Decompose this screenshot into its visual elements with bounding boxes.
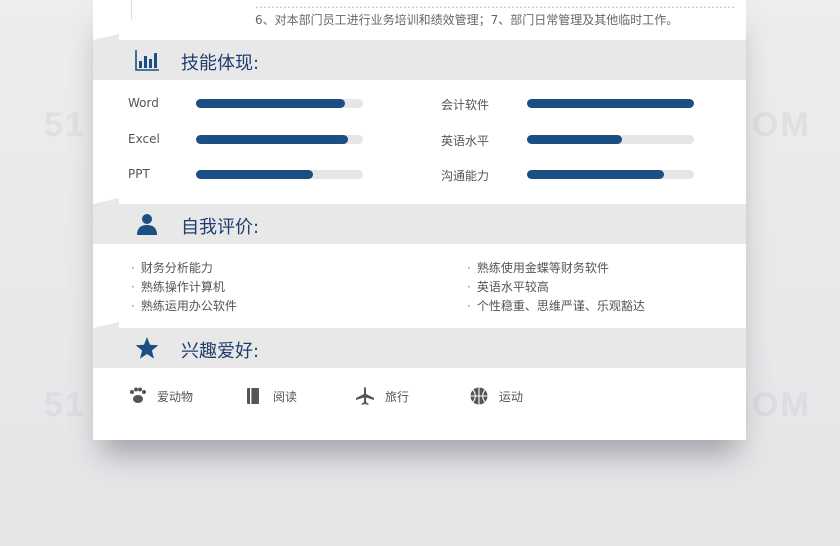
skill-level-bar bbox=[527, 170, 694, 179]
skill-label: 英语水平 bbox=[441, 134, 490, 148]
user-icon bbox=[137, 214, 157, 235]
skills-title: 技能体现: bbox=[181, 53, 260, 74]
eval-item: · 熟练运用办公软件 bbox=[131, 299, 237, 313]
timeline-divider bbox=[131, 0, 132, 20]
watermark-right-lower: OM bbox=[752, 386, 811, 424]
skill-label: 沟通能力 bbox=[441, 169, 490, 183]
skill-level-bar bbox=[527, 135, 694, 144]
skill-level-fill bbox=[196, 99, 345, 108]
self-eval-title: 自我评价: bbox=[181, 217, 260, 238]
hobbies-title: 兴趣爱好: bbox=[181, 341, 260, 362]
eval-item: · 熟练操作计算机 bbox=[131, 280, 225, 294]
hobby-item: 运动 bbox=[469, 386, 523, 406]
eval-item: · 英语水平较高 bbox=[467, 280, 549, 294]
skill-label: PPT bbox=[128, 167, 150, 181]
hobby-item: 阅读 bbox=[243, 386, 297, 406]
hobby-label: 运动 bbox=[499, 389, 524, 404]
watermark-left: 51 bbox=[44, 106, 86, 144]
hobby-item: 旅行 bbox=[355, 386, 409, 406]
header-notch bbox=[93, 198, 119, 204]
skill-level-fill bbox=[527, 170, 664, 179]
eval-item: · 个性稳重、思维严谨、乐观豁达 bbox=[467, 299, 645, 313]
hobby-label: 爱动物 bbox=[157, 389, 194, 404]
skill-label: 会计软件 bbox=[441, 98, 490, 112]
skill-level-fill bbox=[527, 99, 694, 108]
watermark-right: OM bbox=[752, 106, 811, 144]
skill-level-bar bbox=[196, 170, 363, 179]
hobby-item: 爱动物 bbox=[127, 386, 193, 406]
bar-chart-icon bbox=[135, 50, 159, 71]
skill-level-bar bbox=[196, 135, 363, 144]
skill-level-fill bbox=[527, 135, 623, 144]
skills-section-header: 技能体现: bbox=[93, 34, 746, 80]
duties-line: 6、对本部门员工进行业务培训和绩效管理；7、部门日常管理及其他临时工作。 bbox=[255, 13, 679, 27]
hobby-label: 阅读 bbox=[273, 389, 298, 404]
resume-sheet: …………………………………………………………………………………………………………… bbox=[93, 0, 746, 440]
hobbies-section-header: 兴趣爱好: bbox=[93, 322, 746, 368]
work-duties-text: …………………………………………………………………………………………………………… bbox=[255, 0, 735, 28]
header-notch bbox=[93, 322, 119, 328]
airplane-icon bbox=[356, 387, 374, 405]
skill-level-fill bbox=[196, 170, 313, 179]
skill-label: Excel bbox=[128, 132, 160, 146]
book-icon bbox=[247, 388, 259, 404]
watermark-left-lower: 51 bbox=[44, 386, 86, 424]
hobby-label: 旅行 bbox=[385, 389, 410, 404]
basketball-icon bbox=[470, 387, 488, 405]
duties-line-cut: ………………………………………………………………………………………………………… bbox=[255, 0, 735, 11]
skill-level-fill bbox=[196, 135, 348, 144]
header-notch bbox=[93, 34, 119, 40]
paw-icon bbox=[130, 387, 146, 403]
skill-level-bar bbox=[196, 99, 363, 108]
skill-level-bar bbox=[527, 99, 694, 108]
star-icon bbox=[135, 337, 159, 359]
eval-item: · 财务分析能力 bbox=[131, 261, 213, 275]
self-eval-section-header: 自我评价: bbox=[93, 198, 746, 244]
skill-label: Word bbox=[128, 96, 159, 110]
eval-item: · 熟练使用金蝶等财务软件 bbox=[467, 261, 609, 275]
